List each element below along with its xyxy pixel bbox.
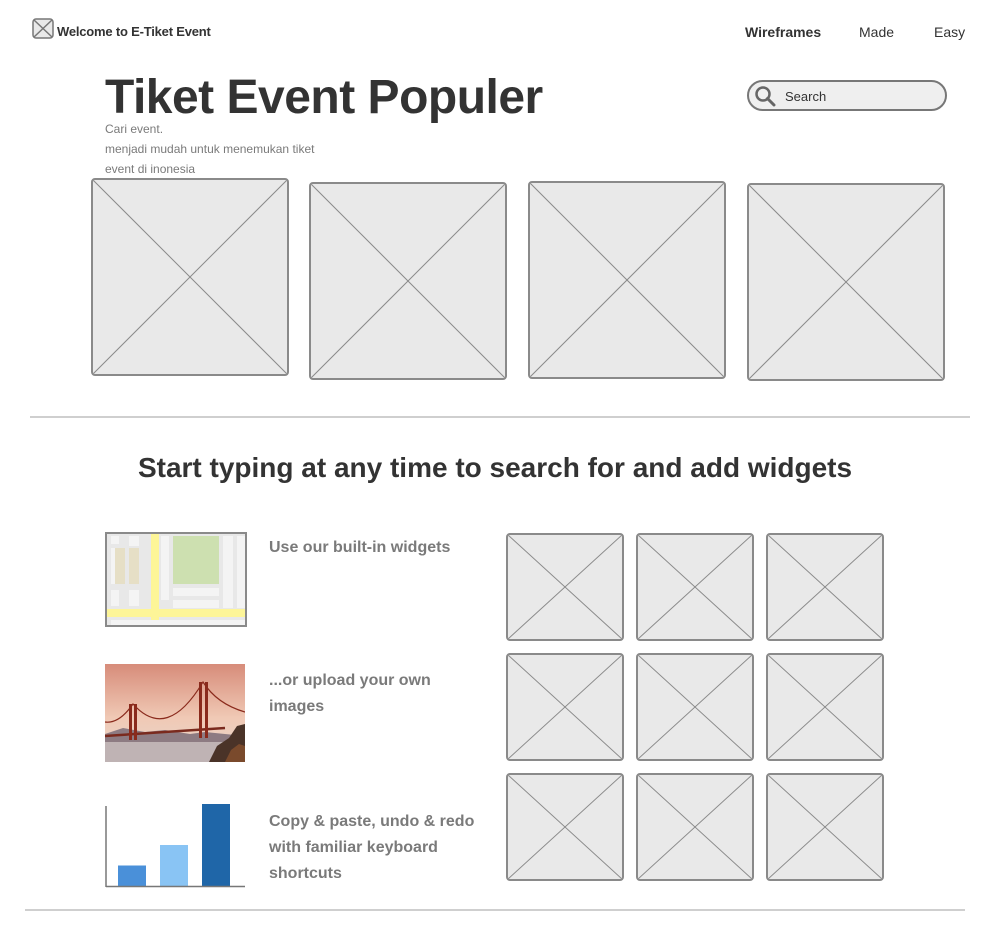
- search-input[interactable]: [785, 87, 935, 105]
- page-title: Tiket Event Populer: [105, 71, 543, 124]
- widget-image-placeholder[interactable]: [636, 653, 754, 761]
- feature-text-widgets: Use our built-in widgets: [269, 539, 451, 556]
- image-placeholder-icon: [93, 180, 287, 374]
- logo-icon: [32, 18, 54, 39]
- widget-image-placeholder[interactable]: [506, 533, 624, 641]
- image-placeholder-icon: [638, 535, 752, 639]
- image-placeholder-icon: [530, 183, 724, 377]
- event-image-placeholder[interactable]: [91, 178, 289, 376]
- brand-title: Welcome to E-Tiket Event: [57, 24, 211, 39]
- event-image-placeholder[interactable]: [528, 181, 726, 379]
- image-placeholder-icon: [768, 655, 882, 759]
- image-placeholder-icon: [768, 775, 882, 879]
- bridge-photo-icon: [105, 664, 245, 762]
- bar-chart-icon: [105, 804, 245, 888]
- image-placeholder-icon: [311, 184, 505, 378]
- event-image-placeholder[interactable]: [309, 182, 507, 380]
- hero-subtitle-line: menjadi mudah untuk menemukan tiket: [105, 142, 315, 156]
- chart-bar: [118, 865, 146, 886]
- image-placeholder-icon: [749, 185, 943, 379]
- divider: [25, 909, 965, 911]
- chart-bar: [160, 845, 188, 886]
- image-placeholder-icon: [768, 535, 882, 639]
- nav-link-wireframes[interactable]: Wireframes: [745, 24, 821, 40]
- widget-image-placeholder[interactable]: [506, 653, 624, 761]
- feature-text-shortcuts: Copy & paste, undo & redo with familiar …: [269, 813, 475, 882]
- image-placeholder-icon: [508, 775, 622, 879]
- hero-subtitle-line: Cari event.: [105, 122, 164, 136]
- widget-image-placeholder[interactable]: [636, 533, 754, 641]
- widget-image-placeholder[interactable]: [636, 773, 754, 881]
- image-placeholder-icon: [508, 655, 622, 759]
- divider: [30, 416, 970, 418]
- feature-text-upload: ...or upload your own images: [269, 672, 431, 715]
- search-box[interactable]: [747, 80, 947, 111]
- hero-subtitle: Cari event. menjadi mudah untuk menemuka…: [105, 119, 365, 179]
- image-placeholder-icon: [508, 535, 622, 639]
- widget-image-placeholder[interactable]: [766, 653, 884, 761]
- event-image-placeholder[interactable]: [747, 183, 945, 381]
- search-icon: [755, 86, 776, 107]
- widget-image-placeholder[interactable]: [766, 773, 884, 881]
- image-placeholder-icon: [638, 775, 752, 879]
- image-placeholder-icon: [638, 655, 752, 759]
- nav-link-easy[interactable]: Easy: [934, 24, 965, 40]
- chart-bar: [202, 804, 230, 886]
- widget-image-placeholder[interactable]: [766, 533, 884, 641]
- hero-subtitle-line: event di inonesia: [105, 162, 196, 176]
- widget-image-placeholder[interactable]: [506, 773, 624, 881]
- map-widget-icon: [105, 532, 247, 627]
- section-title: Start typing at any time to search for a…: [137, 452, 853, 483]
- nav-link-made[interactable]: Made: [859, 24, 894, 40]
